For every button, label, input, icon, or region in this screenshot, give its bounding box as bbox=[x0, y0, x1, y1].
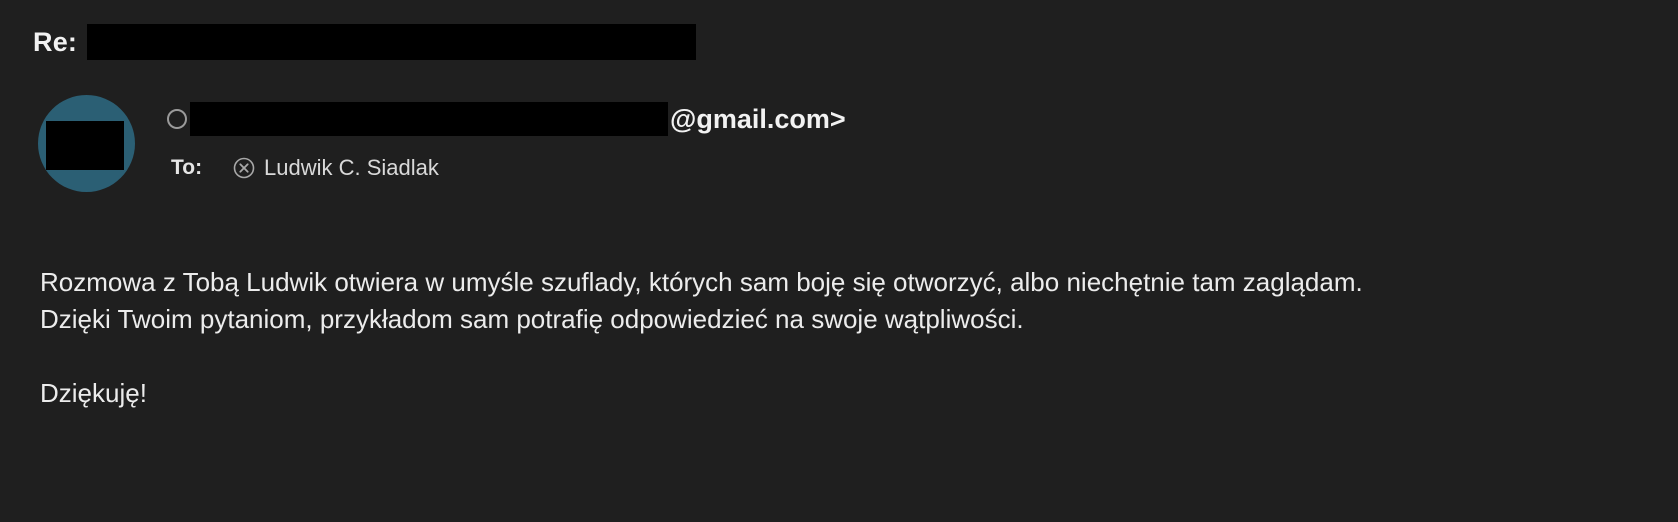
sender-avatar[interactable] bbox=[38, 95, 135, 192]
to-label: To: bbox=[171, 156, 203, 179]
sender-email-domain[interactable]: @gmail.com> bbox=[670, 104, 846, 135]
circle-x-icon[interactable] bbox=[233, 157, 255, 179]
message-signoff: Dziękuję! bbox=[40, 378, 147, 408]
message-line: Dzięki Twoim pytaniom, przykładom sam po… bbox=[40, 304, 1024, 334]
redacted-subject bbox=[87, 24, 697, 60]
presence-status-icon bbox=[167, 109, 187, 129]
sender-line: @gmail.com> bbox=[167, 102, 846, 136]
message-body: Rozmowa z Tobą Ludwik otwiera w umyśle s… bbox=[40, 264, 1640, 412]
to-line: To: Ludwik C. Siadlak bbox=[171, 155, 439, 181]
subject-prefix: Re: bbox=[33, 26, 78, 57]
recipient-chip[interactable]: Ludwik C. Siadlak bbox=[233, 155, 439, 181]
subject-line: Re: bbox=[33, 24, 697, 60]
message-line: Rozmowa z Tobą Ludwik otwiera w umyśle s… bbox=[40, 267, 1363, 297]
email-message-view: Re: @gmail.com> To: Ludwik C. Siadlak Ro… bbox=[0, 0, 1678, 522]
recipient-name: Ludwik C. Siadlak bbox=[264, 155, 439, 180]
redacted-sender-name bbox=[190, 102, 668, 136]
redacted-avatar-initials bbox=[46, 121, 124, 170]
